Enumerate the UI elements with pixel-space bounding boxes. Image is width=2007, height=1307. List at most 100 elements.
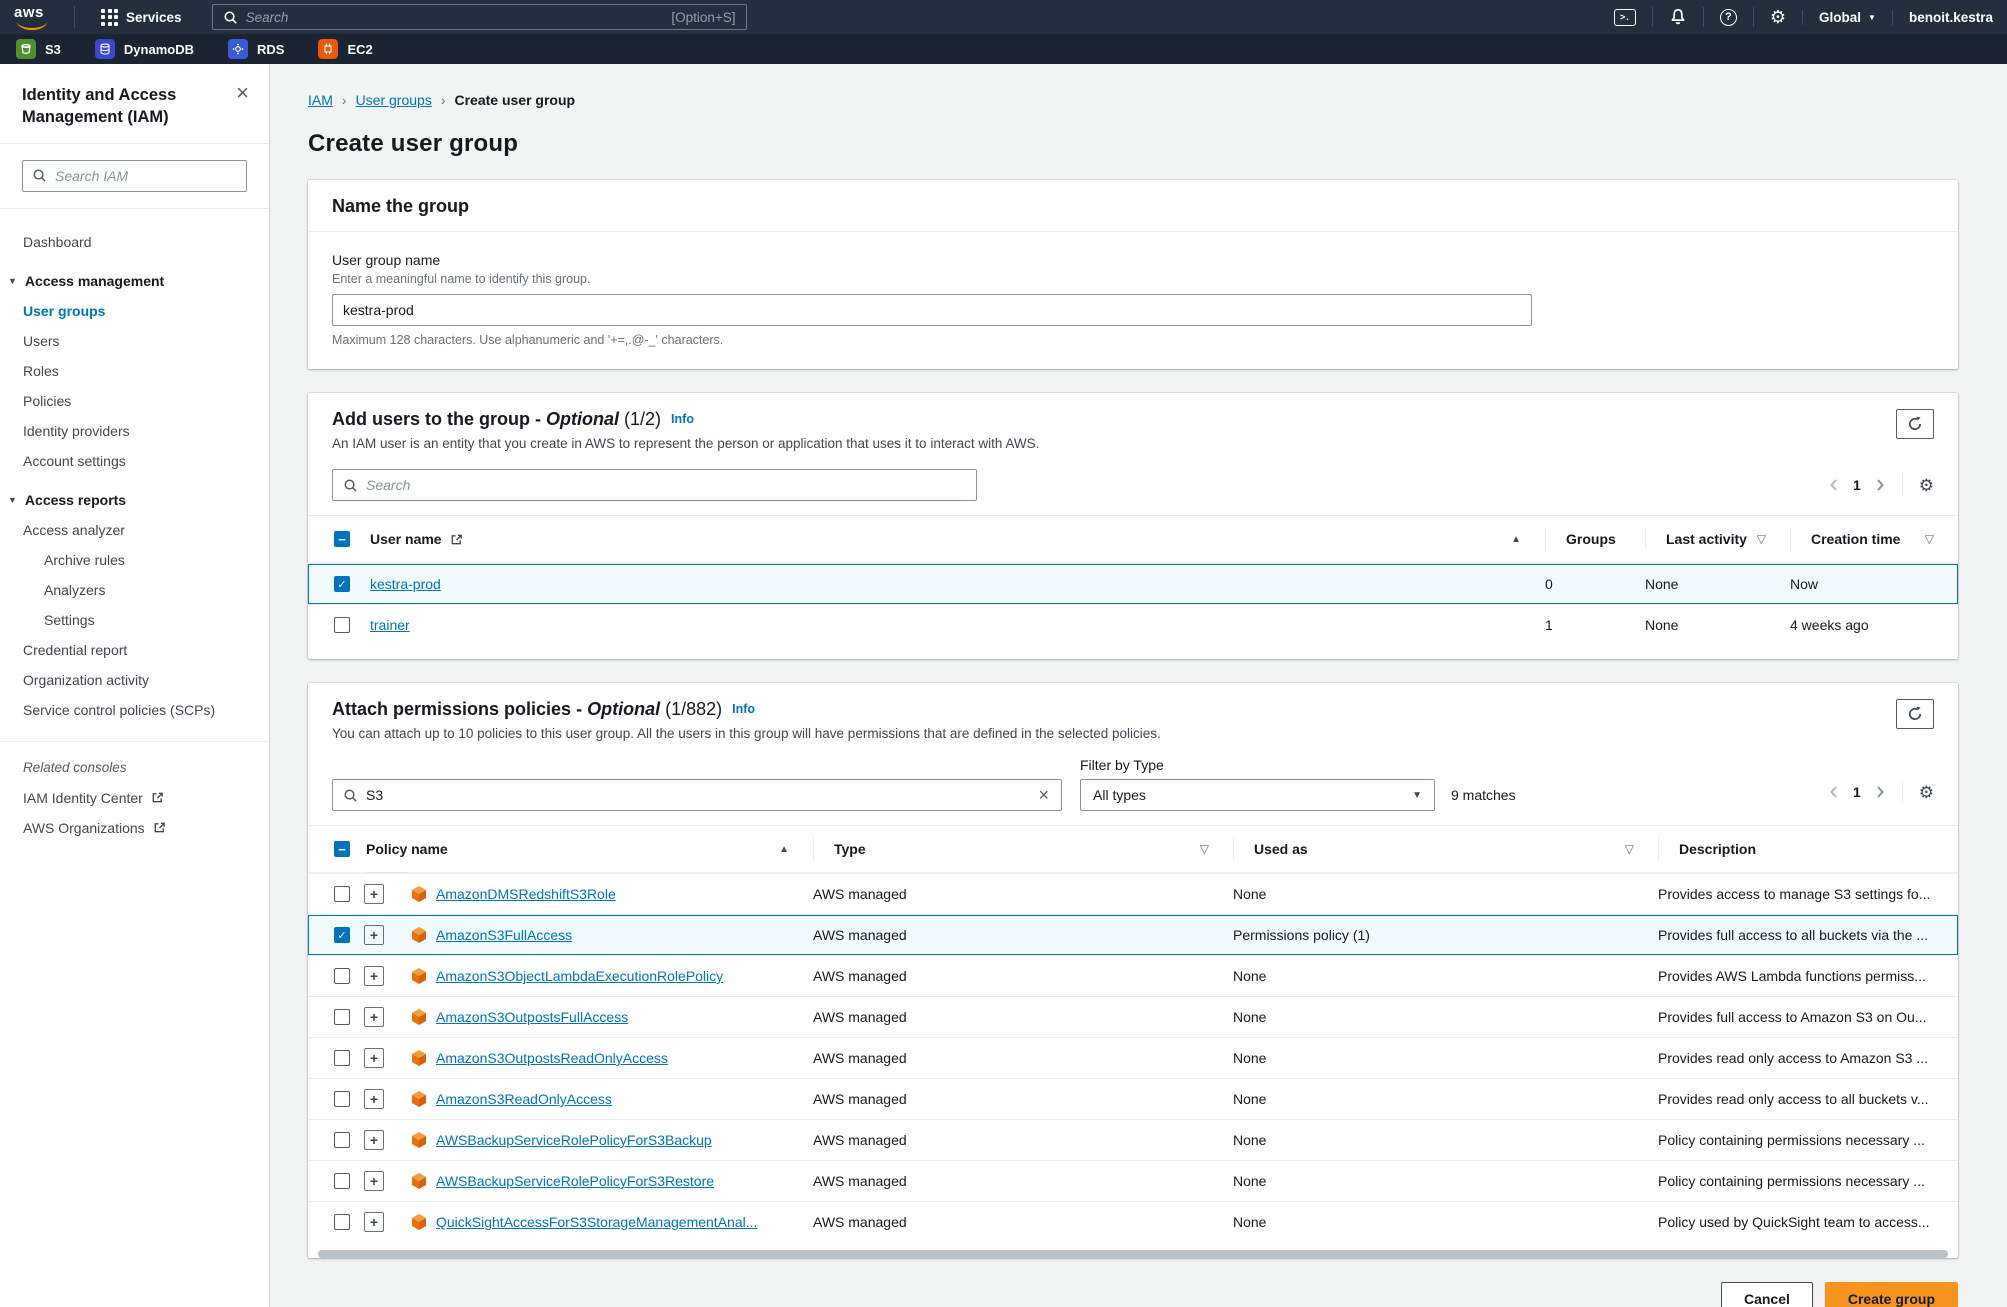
next-page-icon[interactable] bbox=[1875, 785, 1886, 799]
filter-icon[interactable]: ▽ bbox=[1200, 842, 1209, 856]
close-icon[interactable]: × bbox=[236, 84, 249, 102]
expand-row-icon[interactable]: + bbox=[364, 884, 384, 904]
divider bbox=[1902, 781, 1903, 803]
row-checkbox[interactable] bbox=[334, 886, 350, 902]
aws-logo[interactable]: aws bbox=[14, 4, 58, 30]
expand-row-icon[interactable]: + bbox=[364, 1048, 384, 1068]
sidebar-item-iam-identity-center[interactable]: IAM Identity Center bbox=[0, 783, 269, 813]
policy-link[interactable]: QuickSightAccessForS3StorageManagementAn… bbox=[436, 1214, 757, 1230]
policy-link[interactable]: AmazonDMSRedshiftS3Role bbox=[436, 886, 616, 902]
clear-search-icon[interactable]: × bbox=[1036, 786, 1051, 804]
page-title: Create user group bbox=[308, 130, 1958, 158]
sidebar-item-access-analyzer[interactable]: Access analyzer bbox=[0, 515, 269, 545]
user-link[interactable]: trainer bbox=[370, 617, 410, 633]
col-user-name: User name bbox=[370, 531, 442, 547]
sidebar-item-users[interactable]: Users bbox=[0, 326, 269, 356]
favorite-ec2[interactable]: EC2 bbox=[318, 39, 372, 59]
select-all-users-checkbox[interactable] bbox=[334, 531, 350, 547]
policies-search-input[interactable] bbox=[366, 787, 1028, 803]
expand-row-icon[interactable]: + bbox=[364, 1212, 384, 1232]
cloudshell-terminal-icon: >. bbox=[1614, 9, 1636, 26]
filter-type-select[interactable]: All types ▼ bbox=[1080, 779, 1435, 811]
sidebar-item-policies[interactable]: Policies bbox=[0, 386, 269, 416]
sort-ascending-icon[interactable]: ▲ bbox=[779, 844, 789, 855]
row-checkbox[interactable] bbox=[334, 576, 350, 592]
previous-page-icon[interactable] bbox=[1828, 478, 1839, 492]
iam-search-input[interactable]: Search IAM bbox=[22, 160, 247, 192]
users-pagination: 1 ⚙ bbox=[1828, 474, 1934, 496]
user-group-name-input[interactable] bbox=[332, 294, 1532, 326]
expand-row-icon[interactable]: + bbox=[364, 1089, 384, 1109]
row-checkbox[interactable] bbox=[334, 1214, 350, 1230]
sidebar-item-organization-activity[interactable]: Organization activity bbox=[0, 665, 269, 695]
global-search-input[interactable]: Search [Option+S] bbox=[212, 4, 747, 30]
sidebar-item-dashboard[interactable]: Dashboard bbox=[0, 227, 269, 257]
select-all-policies-checkbox[interactable] bbox=[334, 841, 350, 857]
users-search-input[interactable] bbox=[366, 477, 966, 493]
refresh-policies-button[interactable] bbox=[1896, 699, 1934, 729]
row-checkbox[interactable] bbox=[334, 1091, 350, 1107]
row-checkbox[interactable] bbox=[334, 1173, 350, 1189]
aws-top-navigation: aws Services Search [Option+S] >. ? ⚙ Gl… bbox=[0, 0, 2007, 34]
sidebar-item-archive-rules[interactable]: Archive rules bbox=[0, 545, 269, 575]
previous-page-icon[interactable] bbox=[1828, 785, 1839, 799]
settings-button[interactable]: ⚙ bbox=[1753, 7, 1802, 27]
policies-table-header: Policy name▲ Type▽ Used as▽ Description bbox=[308, 825, 1958, 874]
sort-ascending-icon[interactable]: ▲ bbox=[1511, 534, 1521, 545]
row-checkbox[interactable] bbox=[334, 1009, 350, 1025]
create-group-button[interactable]: Create group bbox=[1825, 1282, 1958, 1307]
region-selector[interactable]: Global ▼ bbox=[1802, 10, 1892, 25]
expand-row-icon[interactable]: + bbox=[364, 966, 384, 986]
expand-row-icon[interactable]: + bbox=[364, 1130, 384, 1150]
sidebar-item-credential-report[interactable]: Credential report bbox=[0, 635, 269, 665]
table-settings-gear-icon[interactable]: ⚙ bbox=[1919, 784, 1934, 801]
sidebar-item-analyzers[interactable]: Analyzers bbox=[0, 575, 269, 605]
sidebar-item-aws-organizations[interactable]: AWS Organizations bbox=[0, 813, 269, 843]
policy-link[interactable]: AmazonS3OutpostsFullAccess bbox=[436, 1009, 628, 1025]
sidebar-item-roles[interactable]: Roles bbox=[0, 356, 269, 386]
info-link[interactable]: Info bbox=[671, 412, 694, 426]
filter-icon[interactable]: ▽ bbox=[1925, 532, 1934, 546]
sidebar-item-account-settings[interactable]: Account settings bbox=[0, 446, 269, 476]
next-page-icon[interactable] bbox=[1875, 478, 1886, 492]
policy-link[interactable]: AmazonS3FullAccess bbox=[436, 927, 572, 943]
policy-link[interactable]: AWSBackupServiceRolePolicyForS3Restore bbox=[436, 1173, 714, 1189]
sidebar-item-identity-providers[interactable]: Identity providers bbox=[0, 416, 269, 446]
policy-link[interactable]: AmazonS3OutpostsReadOnlyAccess bbox=[436, 1050, 668, 1066]
expand-row-icon[interactable]: + bbox=[364, 1007, 384, 1027]
sidebar-item-settings[interactable]: Settings bbox=[0, 605, 269, 635]
favorite-s3[interactable]: S3 bbox=[16, 39, 61, 59]
account-menu[interactable]: benoit.kestra bbox=[1892, 10, 1993, 25]
row-checkbox[interactable] bbox=[334, 968, 350, 984]
policy-link[interactable]: AmazonS3ObjectLambdaExecutionRolePolicy bbox=[436, 968, 723, 984]
row-checkbox[interactable] bbox=[334, 927, 350, 943]
breadcrumb-user-groups[interactable]: User groups bbox=[356, 92, 432, 108]
row-checkbox[interactable] bbox=[334, 1050, 350, 1066]
refresh-users-button[interactable] bbox=[1896, 409, 1934, 439]
cancel-button[interactable]: Cancel bbox=[1721, 1282, 1813, 1307]
row-checkbox[interactable] bbox=[334, 617, 350, 633]
policy-link[interactable]: AWSBackupServiceRolePolicyForS3Backup bbox=[436, 1132, 712, 1148]
policy-link[interactable]: AmazonS3ReadOnlyAccess bbox=[436, 1091, 612, 1107]
expand-row-icon[interactable]: + bbox=[364, 925, 384, 945]
user-link[interactable]: kestra-prod bbox=[370, 576, 441, 592]
sidebar-item-scps[interactable]: Service control policies (SCPs) bbox=[0, 695, 269, 725]
help-button[interactable]: ? bbox=[1703, 7, 1753, 27]
breadcrumb-iam[interactable]: IAM bbox=[308, 92, 333, 108]
cloudshell-button[interactable]: >. bbox=[1598, 7, 1652, 27]
favorite-dynamodb[interactable]: DynamoDB bbox=[95, 39, 194, 59]
filter-icon[interactable]: ▽ bbox=[1757, 532, 1766, 546]
row-checkbox[interactable] bbox=[334, 1132, 350, 1148]
filter-icon[interactable]: ▽ bbox=[1625, 842, 1634, 856]
horizontal-scrollbar[interactable] bbox=[318, 1250, 1948, 1258]
notifications-button[interactable] bbox=[1652, 7, 1703, 27]
favorite-rds[interactable]: RDS bbox=[228, 39, 284, 59]
expand-row-icon[interactable]: + bbox=[364, 1171, 384, 1191]
services-menu-button[interactable]: Services bbox=[89, 0, 194, 34]
info-link[interactable]: Info bbox=[732, 702, 755, 716]
sidebar-item-user-groups[interactable]: User groups bbox=[0, 296, 269, 326]
sidebar-section-access-management[interactable]: ▼ Access management bbox=[0, 265, 269, 296]
table-settings-gear-icon[interactable]: ⚙ bbox=[1919, 477, 1934, 494]
rds-service-icon bbox=[228, 39, 248, 59]
sidebar-section-access-reports[interactable]: ▼ Access reports bbox=[0, 484, 269, 515]
